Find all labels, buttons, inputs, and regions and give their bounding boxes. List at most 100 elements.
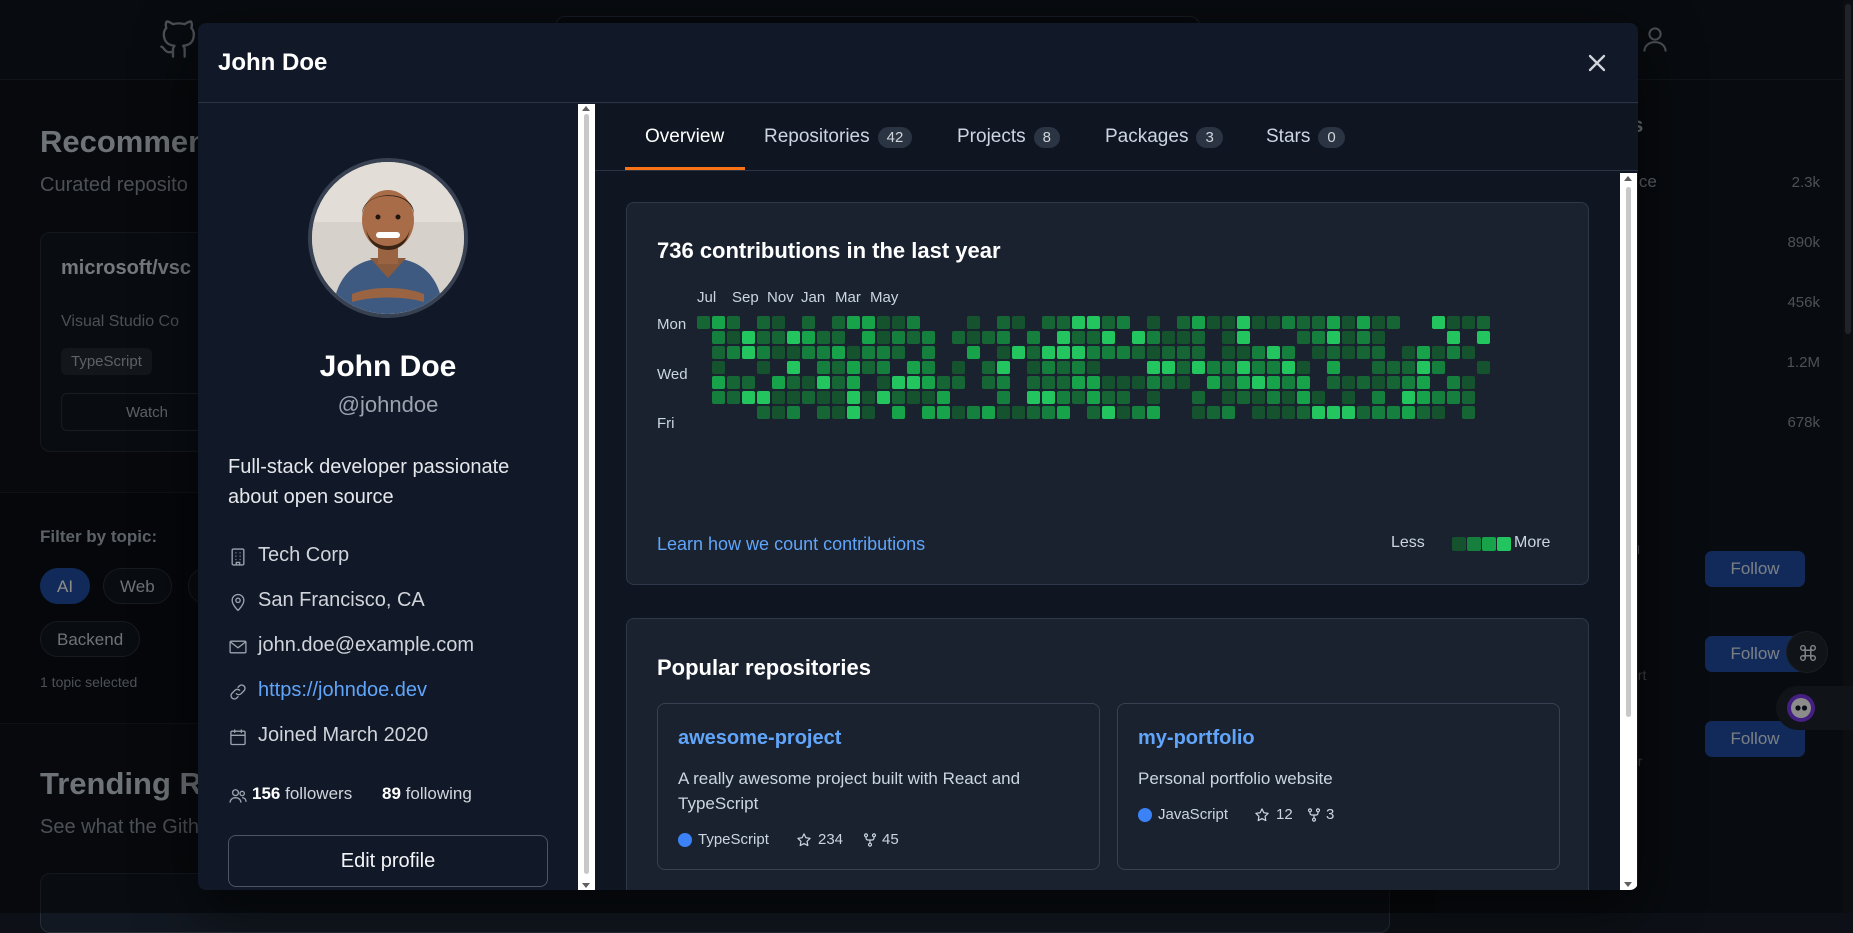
contribution-cell: [1117, 376, 1130, 389]
contribution-cell: [1267, 406, 1280, 419]
mail-icon: [228, 637, 248, 657]
repo-stars: 12: [1276, 806, 1293, 823]
contribution-cell: [1387, 361, 1400, 374]
contribution-cell: [742, 331, 755, 344]
close-icon[interactable]: [1583, 49, 1611, 77]
website-row[interactable]: https://johndoe.dev: [228, 679, 558, 705]
contribution-cell: [727, 316, 740, 329]
contribution-cell: [1252, 361, 1265, 374]
contribution-cell: [1147, 361, 1160, 374]
link-icon: [228, 682, 248, 702]
repo-card[interactable]: my-portfolio Personal portfolio website …: [1117, 703, 1560, 870]
contribution-cell: [1312, 391, 1325, 404]
tab-label: Overview: [645, 126, 724, 147]
contribution-cell: [772, 346, 785, 359]
tab-label: Stars: [1266, 126, 1310, 147]
content-scrollbar[interactable]: [1620, 173, 1637, 890]
contribution-cell: [1237, 376, 1250, 389]
repo-name-link[interactable]: awesome-project: [678, 727, 841, 750]
contribution-cell: [802, 376, 815, 389]
scrollbar-thumb[interactable]: [584, 114, 589, 874]
contribution-cell: [1357, 346, 1370, 359]
legend-swatch: [1482, 537, 1496, 551]
contribution-cell: [1147, 316, 1160, 329]
month-label: May: [870, 289, 898, 306]
repo-card[interactable]: awesome-project A really awesome project…: [657, 703, 1100, 870]
contribution-cell: [952, 361, 965, 374]
contribution-cell: [982, 406, 995, 419]
contribution-cell: [1237, 316, 1250, 329]
edit-profile-button[interactable]: Edit profile: [228, 835, 548, 887]
contribution-cell: [1132, 406, 1145, 419]
tab-repositories[interactable]: Repositories42: [764, 126, 912, 170]
contribution-cell: [1042, 391, 1055, 404]
star-icon: [1254, 807, 1270, 823]
contribution-cell: [1147, 331, 1160, 344]
popular-repositories-card: Popular repositories awesome-project A r…: [626, 618, 1589, 890]
tab-overview[interactable]: Overview: [645, 126, 724, 170]
contribution-cell: [847, 346, 860, 359]
contribution-cell: [1042, 316, 1055, 329]
star-icon: [796, 832, 812, 848]
contribution-cell: [757, 406, 770, 419]
contribution-cell: [757, 346, 770, 359]
followers-count[interactable]: 156: [252, 784, 280, 803]
contribution-cell: [712, 331, 725, 344]
contribution-cell: [1327, 331, 1340, 344]
profile-scrollbar[interactable]: [578, 104, 595, 890]
contribution-cell: [712, 346, 725, 359]
contribution-cell: [937, 376, 950, 389]
scroll-up-icon[interactable]: [582, 106, 590, 111]
contribution-cell: [1192, 346, 1205, 359]
scroll-down-icon[interactable]: [582, 883, 590, 888]
contribution-cell: [922, 406, 935, 419]
contribution-cell: [712, 376, 725, 389]
contribution-cell: [997, 391, 1010, 404]
contribution-cell: [847, 406, 860, 419]
contribution-cell: [1432, 406, 1445, 419]
contribution-cell: [1222, 406, 1235, 419]
contribution-cell: [1447, 376, 1460, 389]
scroll-down-icon[interactable]: [1624, 882, 1632, 887]
following-count[interactable]: 89: [382, 784, 401, 803]
contribution-cell: [997, 361, 1010, 374]
contribution-cell: [817, 331, 830, 344]
location-row: San Francisco, CA: [228, 589, 558, 615]
contribution-cell: [1447, 346, 1460, 359]
learn-contributions-link[interactable]: Learn how we count contributions: [657, 534, 925, 555]
contribution-cell: [937, 406, 950, 419]
contribution-cell: [892, 376, 905, 389]
scroll-up-icon[interactable]: [1624, 176, 1632, 181]
contribution-cell: [1252, 406, 1265, 419]
contribution-cell: [1132, 346, 1145, 359]
contribution-cell: [1162, 331, 1175, 344]
scrollbar-thumb[interactable]: [1626, 187, 1631, 717]
contribution-cell: [757, 361, 770, 374]
contribution-cell: [1252, 391, 1265, 404]
tab-packages[interactable]: Packages3: [1105, 126, 1223, 170]
contribution-cell: [862, 391, 875, 404]
contribution-cell: [1417, 406, 1430, 419]
tab-projects[interactable]: Projects8: [957, 126, 1060, 170]
contribution-cell: [1342, 331, 1355, 344]
contribution-cell: [1372, 316, 1385, 329]
website-link[interactable]: https://johndoe.dev: [258, 679, 427, 702]
legend-swatch: [1452, 537, 1466, 551]
contribution-cell: [742, 391, 755, 404]
tab-stars[interactable]: Stars0: [1266, 126, 1345, 170]
modal-title: John Doe: [218, 49, 327, 77]
repo-name-link[interactable]: my-portfolio: [1138, 727, 1255, 750]
contribution-cell: [1057, 316, 1070, 329]
contribution-cell: [832, 331, 845, 344]
contribution-cell: [1192, 406, 1205, 419]
profile-content: Overview Repositories42 Projects8 Packag…: [595, 104, 1638, 890]
contribution-cell: [772, 316, 785, 329]
followers-label[interactable]: followers: [285, 784, 352, 803]
contribution-cell: [997, 331, 1010, 344]
joined-row: Joined March 2020: [228, 724, 558, 750]
company-text: Tech Corp: [258, 544, 349, 567]
contribution-cell: [1027, 361, 1040, 374]
contribution-cell: [1327, 406, 1340, 419]
contribution-cell: [1327, 376, 1340, 389]
following-label[interactable]: following: [406, 784, 472, 803]
